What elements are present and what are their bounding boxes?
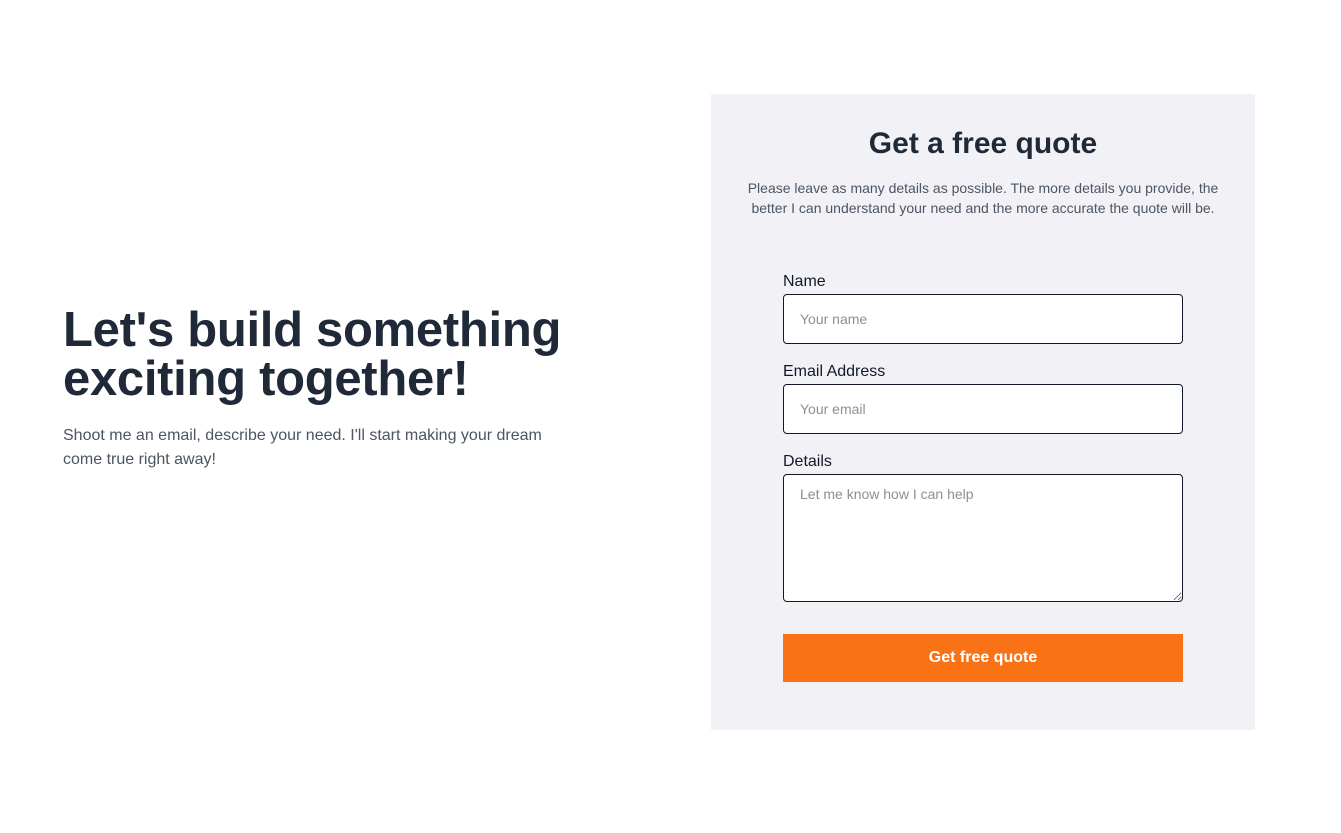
get-free-quote-button[interactable]: Get free quote bbox=[783, 634, 1183, 682]
email-input[interactable] bbox=[783, 384, 1183, 434]
name-input[interactable] bbox=[783, 294, 1183, 344]
intro-heading: Let's build something exciting together! bbox=[63, 303, 562, 406]
intro-text: Shoot me an email, describe your need. I… bbox=[63, 427, 542, 468]
quote-form: Get a free quote Please leave as many de… bbox=[711, 94, 1255, 730]
intro-section: Let's build something exciting together!… bbox=[63, 306, 623, 472]
email-label: Email Address bbox=[783, 363, 886, 380]
details-textarea[interactable] bbox=[783, 474, 1183, 602]
contact-page: Let's build something exciting together!… bbox=[0, 0, 1341, 833]
name-label: Name bbox=[783, 273, 826, 290]
details-label: Details bbox=[783, 453, 832, 470]
quote-form-description: Please leave as many details as possible… bbox=[747, 180, 1219, 216]
quote-form-title: Get a free quote bbox=[868, 127, 1098, 160]
